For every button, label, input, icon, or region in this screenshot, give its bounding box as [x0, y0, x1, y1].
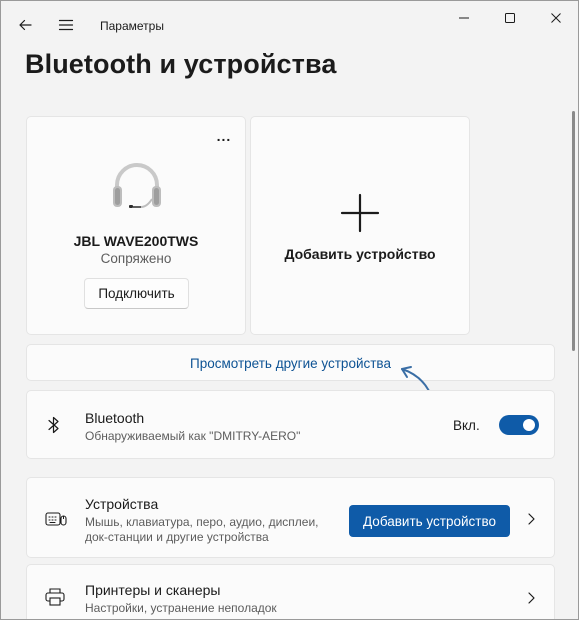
- view-more-devices-link[interactable]: Просмотреть другие устройства: [26, 344, 555, 381]
- headset-icon: [113, 163, 161, 208]
- minimize-button[interactable]: [441, 1, 487, 35]
- vertical-scrollbar[interactable]: [572, 111, 575, 351]
- device-name: JBL WAVE200TWS: [73, 233, 199, 249]
- minimize-icon: [459, 17, 469, 19]
- devices-title: Устройства: [85, 496, 159, 512]
- close-icon: [551, 13, 561, 23]
- page-title: Bluetooth и устройства: [25, 49, 337, 79]
- back-arrow-icon: [19, 19, 32, 31]
- printer-icon: [45, 588, 65, 606]
- toggle-knob: [523, 419, 535, 431]
- bluetooth-toggle[interactable]: [499, 415, 539, 435]
- title-bar: Параметры: [1, 1, 578, 49]
- navigation-menu-button[interactable]: [50, 9, 82, 41]
- maximize-icon: [505, 13, 515, 23]
- keyboard-mouse-icon: [45, 512, 67, 526]
- printers-subtitle: Настройки, устранение неполадок: [85, 601, 277, 615]
- paired-device-card[interactable]: ... JBL WAVE200TWS Сопряжено Подключить: [26, 116, 246, 335]
- bluetooth-title: Bluetooth: [85, 410, 145, 426]
- device-status: Сопряжено: [100, 251, 172, 266]
- bluetooth-setting-row: Bluetooth Обнаруживаемый как "DMITRY-AER…: [26, 390, 555, 459]
- add-device-label: Добавить устройство: [284, 246, 436, 262]
- more-options-button[interactable]: ...: [211, 129, 237, 147]
- app-title: Параметры: [100, 19, 164, 33]
- printers-setting-row[interactable]: Принтеры и сканеры Настройки, устранение…: [26, 564, 555, 619]
- settings-window: Параметры Bluetooth и устройства ... JBL…: [0, 0, 579, 620]
- chevron-right-icon: [528, 513, 535, 525]
- devices-setting-row[interactable]: Устройства Мышь, клавиатура, перо, аудио…: [26, 477, 555, 558]
- devices-subtitle-line2: док-станции и другие устройства: [85, 530, 269, 544]
- bluetooth-subtitle: Обнаруживаемый как "DMITRY-AERO": [85, 429, 301, 443]
- add-device-card[interactable]: Добавить устройство: [250, 116, 470, 335]
- back-button[interactable]: [9, 9, 41, 41]
- plus-icon: [340, 193, 380, 233]
- bluetooth-toggle-state: Вкл.: [453, 418, 480, 433]
- bluetooth-icon: [48, 416, 59, 434]
- devices-subtitle-line1: Мышь, клавиатура, перо, аудио, дисплеи,: [85, 515, 319, 529]
- printers-title: Принтеры и сканеры: [85, 582, 221, 598]
- connect-button[interactable]: Подключить: [84, 278, 189, 309]
- maximize-button[interactable]: [487, 1, 533, 35]
- chevron-right-icon: [528, 592, 535, 604]
- add-device-button[interactable]: Добавить устройство: [349, 505, 510, 537]
- close-button[interactable]: [533, 1, 578, 35]
- hamburger-menu-icon: [58, 19, 74, 31]
- view-more-devices-label[interactable]: Просмотреть другие устройства: [27, 356, 554, 371]
